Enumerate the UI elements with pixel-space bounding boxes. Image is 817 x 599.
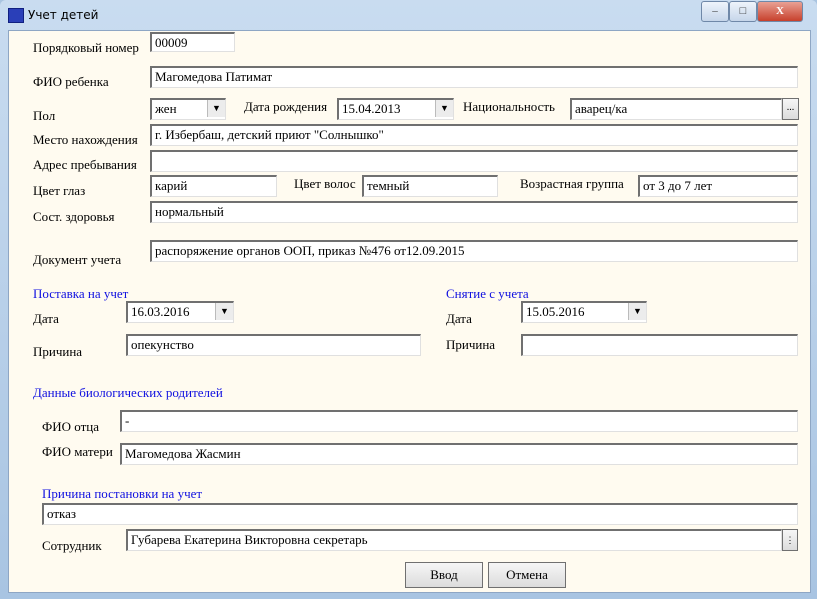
reg-reason-input[interactable]: опекунство: [126, 334, 421, 356]
hair-input[interactable]: темный: [362, 175, 498, 197]
address-input[interactable]: [150, 150, 798, 172]
cancel-button[interactable]: Отмена: [488, 562, 566, 588]
chevron-down-icon[interactable]: ▼: [628, 303, 646, 320]
doc-input[interactable]: распоряжение органов ООП, приказ №476 от…: [150, 240, 798, 262]
number-input[interactable]: 00009: [150, 32, 235, 52]
unreg-date-picker[interactable]: 15.05.2016 ▼: [521, 301, 647, 323]
chevron-down-icon[interactable]: ▼: [215, 303, 233, 320]
deregistration-title: Снятие с учета: [446, 286, 529, 301]
mother-input[interactable]: Магомедова Жасмин: [120, 443, 798, 465]
hair-label: Цвет волос: [294, 176, 356, 191]
ok-button[interactable]: Ввод: [405, 562, 483, 588]
close-button[interactable]: X: [757, 1, 803, 22]
doc-label: Документ учета: [33, 252, 122, 267]
mother-label: ФИО матери: [42, 444, 113, 459]
name-label: ФИО ребенка: [33, 74, 109, 89]
age-label: Возрастная группа: [520, 176, 624, 191]
chevron-down-icon[interactable]: ▼: [435, 100, 453, 117]
health-input[interactable]: нормальный: [150, 201, 798, 223]
maximize-button[interactable]: □: [729, 1, 757, 22]
app-icon: [8, 8, 24, 23]
sex-value: жен: [155, 101, 177, 116]
eyes-label: Цвет глаз: [33, 183, 86, 198]
reg-date-label: Дата: [33, 311, 59, 326]
window-title: Учет детей: [28, 8, 99, 22]
number-label: Порядковый номер: [33, 40, 139, 55]
nation-browse-button[interactable]: ...: [782, 98, 799, 120]
name-input[interactable]: Магомедова Патимат: [150, 66, 798, 88]
cause-input[interactable]: отказ: [42, 503, 798, 525]
sex-select[interactable]: жен ▼: [150, 98, 226, 120]
nation-input[interactable]: аварец/ка: [570, 98, 782, 120]
health-label: Сост. здоровья: [33, 209, 115, 224]
father-label: ФИО отца: [42, 419, 100, 434]
cause-title: Причина постановки на учет: [42, 486, 203, 501]
minimize-button[interactable]: –: [701, 1, 729, 22]
reg-date-picker[interactable]: 16.03.2016 ▼: [126, 301, 234, 323]
unreg-reason-label: Причина: [446, 337, 496, 352]
parents-title: Данные биологических родителей: [33, 385, 223, 400]
birth-value: 15.04.2013: [342, 101, 401, 116]
nation-label: Национальность: [463, 99, 555, 114]
sex-label: Пол: [33, 108, 56, 123]
chevron-down-icon[interactable]: ▼: [207, 100, 225, 117]
unreg-date-label: Дата: [446, 311, 472, 326]
eyes-input[interactable]: карий: [150, 175, 277, 197]
location-input[interactable]: г. Избербаш, детский приют "Солнышко": [150, 124, 798, 146]
employee-browse-button[interactable]: ⋮: [782, 529, 798, 551]
unreg-reason-input[interactable]: [521, 334, 798, 356]
address-label: Адрес пребывания: [33, 157, 137, 172]
unreg-date-value: 15.05.2016: [526, 304, 585, 319]
employee-input[interactable]: Губарева Екатерина Викторовна секретарь: [126, 529, 782, 551]
registration-title: Поставка на учет: [33, 286, 129, 301]
birth-label: Дата рождения: [244, 99, 328, 114]
employee-label: Сотрудник: [42, 538, 102, 553]
reg-reason-label: Причина: [33, 344, 83, 359]
father-input[interactable]: -: [120, 410, 798, 432]
birth-date-picker[interactable]: 15.04.2013 ▼: [337, 98, 454, 120]
location-label: Место нахождения: [33, 132, 138, 147]
reg-date-value: 16.03.2016: [131, 304, 190, 319]
age-input[interactable]: от 3 до 7 лет: [638, 175, 798, 197]
